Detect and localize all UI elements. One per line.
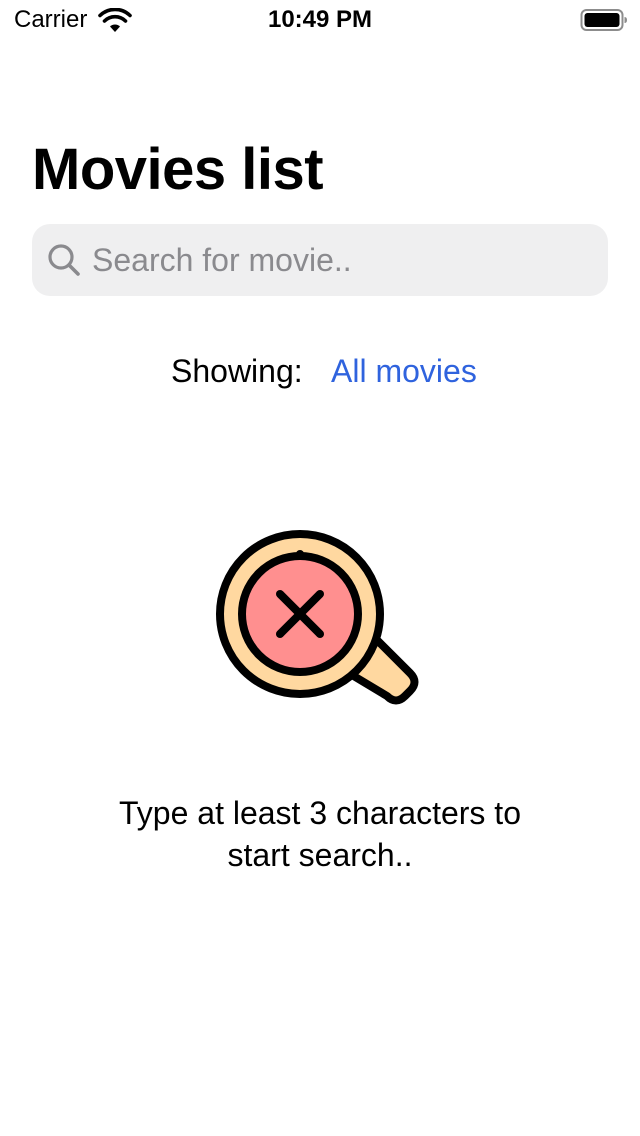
empty-state-message: Type at least 3 characters to start sear… (0, 792, 640, 876)
status-bar: Carrier 10:49 PM (0, 0, 640, 40)
status-time: 10:49 PM (267, 6, 373, 33)
search-input[interactable] (92, 224, 592, 296)
filter-label: Showing: (171, 353, 303, 389)
filter-row: Showing: All movies (0, 350, 640, 394)
magnifier-x-icon (216, 530, 419, 705)
empty-state-message-line2: start search.. (227, 837, 413, 873)
page-title: Movies list (32, 137, 324, 202)
search-field[interactable] (32, 224, 608, 296)
empty-state-message-line1: Type at least 3 characters to (119, 795, 521, 831)
battery-icon (580, 9, 627, 31)
filter-selector-button[interactable]: All movies (331, 350, 477, 392)
search-icon (48, 244, 80, 276)
